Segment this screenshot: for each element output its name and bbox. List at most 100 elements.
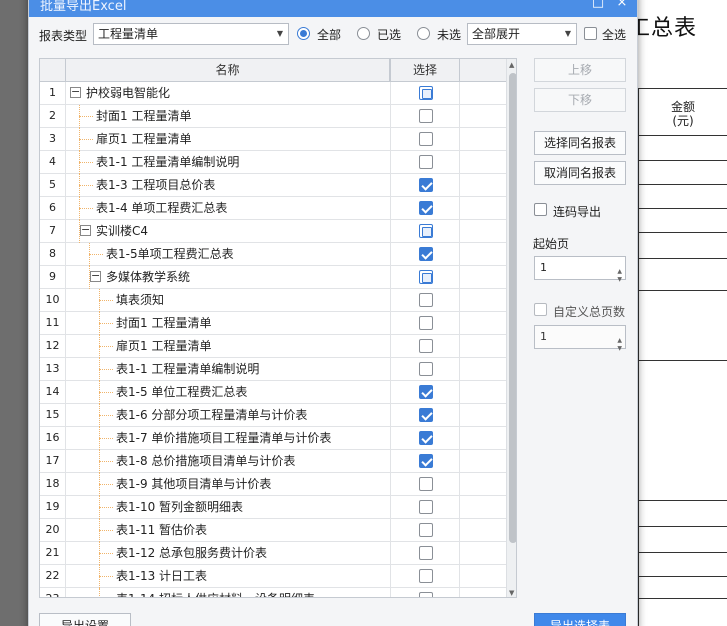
row-select-checkbox[interactable] bbox=[419, 224, 433, 238]
maximize-icon[interactable]: □ bbox=[589, 0, 607, 12]
select-all-checkbox[interactable] bbox=[584, 27, 597, 40]
row-select-checkbox[interactable] bbox=[419, 408, 433, 422]
custom-total-pages-label: 自定义总页数 bbox=[553, 305, 626, 319]
select-cell bbox=[390, 312, 460, 334]
table-row[interactable]: 16 表1-7 单价措施项目工程量清单与计价表 bbox=[40, 427, 506, 450]
row-select-checkbox[interactable] bbox=[419, 500, 433, 514]
table-row[interactable]: 6 表1-4 单项工程费汇总表 bbox=[40, 197, 506, 220]
dialog-titlebar[interactable]: 批量导出Excel □ × bbox=[29, 0, 637, 17]
table-row[interactable]: 19 表1-10 暂列金额明细表 bbox=[40, 496, 506, 519]
cancel-same-name-button[interactable]: 取消同名报表 bbox=[534, 161, 626, 185]
chevron-down-icon: ▼ bbox=[564, 29, 571, 38]
table-row[interactable]: 13 表1-1 工程量清单编制说明 bbox=[40, 358, 506, 381]
report-name: 表1-3 工程项目总价表 bbox=[96, 178, 216, 192]
table-row[interactable]: 11 封面1 工程量清单 bbox=[40, 312, 506, 335]
report-tree-table: 名称 选择 1− 护校弱电智能化 2 封面1 工程量清单 3 扉页1 工程量清单 4 表1-1… bbox=[39, 58, 517, 598]
row-select-checkbox[interactable] bbox=[419, 477, 433, 491]
continuous-export-checkbox[interactable] bbox=[534, 203, 547, 216]
select-same-name-button[interactable]: 选择同名报表 bbox=[534, 131, 626, 155]
table-row[interactable]: 14 表1-5 单位工程费汇总表 bbox=[40, 381, 506, 404]
row-select-checkbox[interactable] bbox=[419, 247, 433, 261]
table-row[interactable]: 20 表1-11 暂估价表 bbox=[40, 519, 506, 542]
export-settings-button[interactable]: 导出设置 bbox=[39, 613, 131, 626]
tree-guide bbox=[99, 530, 113, 531]
select-cell bbox=[390, 358, 460, 380]
report-type-select[interactable]: 工程量清单 ▼ bbox=[93, 23, 289, 45]
radio-all[interactable] bbox=[297, 27, 310, 40]
row-select-checkbox[interactable] bbox=[419, 362, 433, 376]
row-select-checkbox[interactable] bbox=[419, 569, 433, 583]
row-select-checkbox[interactable] bbox=[419, 339, 433, 353]
radio-unselected[interactable] bbox=[417, 27, 430, 40]
row-select-checkbox[interactable] bbox=[419, 316, 433, 330]
table-row[interactable]: 22 表1-13 计日工表 bbox=[40, 565, 506, 588]
select-cell bbox=[390, 128, 460, 150]
spin-down-icon[interactable]: ▼ bbox=[617, 338, 622, 360]
radio-selected[interactable] bbox=[357, 27, 370, 40]
custom-total-pages-input[interactable]: 1 ▲ ▼ bbox=[534, 325, 626, 352]
select-cell bbox=[390, 381, 460, 403]
table-row[interactable]: 12 扉页1 工程量清单 bbox=[40, 335, 506, 358]
row-select-checkbox[interactable] bbox=[419, 293, 433, 307]
row-index: 6 bbox=[40, 197, 66, 219]
row-select-checkbox[interactable] bbox=[419, 109, 433, 123]
row-select-checkbox[interactable] bbox=[419, 132, 433, 146]
move-down-button[interactable]: 下移 bbox=[534, 88, 626, 112]
background-doc-title: 工总表 bbox=[628, 16, 698, 41]
table-row[interactable]: 21 表1-12 总承包服务费计价表 bbox=[40, 542, 506, 565]
vertical-scrollbar[interactable]: ▲ ▼ bbox=[506, 59, 516, 597]
table-row[interactable]: 9 − 多媒体教学系统 bbox=[40, 266, 506, 289]
close-icon[interactable]: × bbox=[613, 0, 631, 12]
table-row[interactable]: 1− 护校弱电智能化 bbox=[40, 82, 506, 105]
move-up-button[interactable]: 上移 bbox=[534, 58, 626, 82]
collapse-toggle-icon[interactable]: − bbox=[80, 224, 91, 236]
row-select-checkbox[interactable] bbox=[419, 86, 433, 100]
row-select-checkbox[interactable] bbox=[419, 454, 433, 468]
scroll-up-icon[interactable]: ▲ bbox=[509, 61, 514, 69]
collapse-toggle-icon[interactable]: − bbox=[90, 270, 101, 282]
table-row[interactable]: 8 表1-5单项工程费汇总表 bbox=[40, 243, 506, 266]
row-select-checkbox[interactable] bbox=[419, 385, 433, 399]
tree-guide bbox=[99, 346, 113, 347]
table-row[interactable]: 17 表1-8 总价措施项目清单与计价表 bbox=[40, 450, 506, 473]
table-row[interactable]: 3 扉页1 工程量清单 bbox=[40, 128, 506, 151]
table-line bbox=[638, 258, 727, 259]
spin-down-icon[interactable]: ▼ bbox=[617, 269, 622, 291]
radio-unselected-label: 未选 bbox=[437, 28, 462, 42]
row-select-checkbox[interactable] bbox=[419, 201, 433, 215]
header-name: 名称 bbox=[66, 59, 390, 81]
table-row[interactable]: 4 表1-1 工程量清单编制说明 bbox=[40, 151, 506, 174]
expand-select[interactable]: 全部展开 ▼ bbox=[467, 23, 577, 45]
row-select-checkbox[interactable] bbox=[419, 178, 433, 192]
row-select-checkbox[interactable] bbox=[419, 592, 433, 597]
table-row[interactable]: 5 表1-3 工程项目总价表 bbox=[40, 174, 506, 197]
custom-total-pages-checkbox[interactable] bbox=[534, 303, 547, 316]
row-index: 10 bbox=[40, 289, 66, 311]
export-selected-button[interactable]: 导出选择表 bbox=[534, 613, 626, 626]
select-cell bbox=[390, 289, 460, 311]
row-select-checkbox[interactable] bbox=[419, 523, 433, 537]
tree-guide bbox=[99, 576, 113, 577]
table-row[interactable]: 10 填表须知 bbox=[40, 289, 506, 312]
start-page-input[interactable]: 1 ▲ ▼ bbox=[534, 256, 626, 283]
row-select-checkbox[interactable] bbox=[419, 270, 433, 284]
table-row[interactable]: 23 表1-14 招标人供应材料、设备明细表 bbox=[40, 588, 506, 597]
table-row[interactable]: 18 表1-9 其他项目清单与计价表 bbox=[40, 473, 506, 496]
row-select-checkbox[interactable] bbox=[419, 431, 433, 445]
table-row[interactable]: 15 表1-6 分部分项工程量清单与计价表 bbox=[40, 404, 506, 427]
report-name: 表1-10 暂列金额明细表 bbox=[116, 500, 244, 514]
report-name: 扉页1 工程量清单 bbox=[116, 339, 212, 353]
scroll-down-icon[interactable]: ▼ bbox=[509, 589, 514, 597]
report-name: 表1-4 单项工程费汇总表 bbox=[96, 201, 228, 215]
report-name: 表1-9 其他项目清单与计价表 bbox=[116, 477, 272, 491]
table-row[interactable]: 7 − 实训楼C4 bbox=[40, 220, 506, 243]
report-name: 表1-7 单价措施项目工程量清单与计价表 bbox=[116, 431, 332, 445]
select-cell bbox=[390, 496, 460, 518]
row-select-checkbox[interactable] bbox=[419, 546, 433, 560]
scrollbar-thumb[interactable] bbox=[509, 73, 516, 543]
table-row[interactable]: 2 封面1 工程量清单 bbox=[40, 105, 506, 128]
tree-guide bbox=[79, 139, 93, 140]
select-cell bbox=[390, 473, 460, 495]
row-select-checkbox[interactable] bbox=[419, 155, 433, 169]
collapse-toggle-icon[interactable]: − bbox=[70, 86, 81, 98]
